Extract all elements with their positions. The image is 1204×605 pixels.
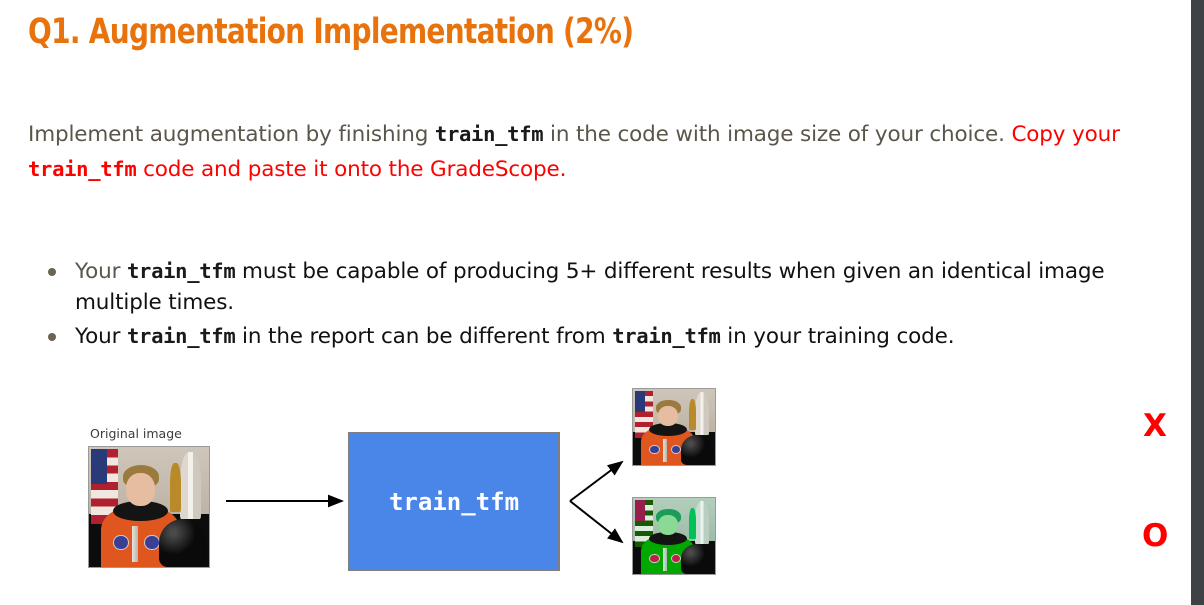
slide-canvas: Q1. Augmentation Implementation (2%) Imp… [0, 0, 1204, 605]
intro-text-part-1: Implement augmentation by finishing [28, 122, 435, 147]
bullet-dot-icon [48, 268, 56, 276]
intro-paragraph: Implement augmentation by finishing trai… [28, 117, 1158, 187]
bullet-1-lead: Your [75, 259, 127, 284]
code-train-tfm-3: train_tfm [126, 259, 236, 283]
page-title: Q1. Augmentation Implementation (2%) [28, 12, 634, 52]
bullet-2-tail: in your training code. [720, 324, 955, 349]
list-item: Your train_tfm in the report can be diff… [30, 321, 1170, 352]
result-thumbnail [632, 497, 716, 575]
intro-red-part-2: code and paste it onto the GradeScope. [136, 157, 567, 182]
augmentation-diagram: Original image train_tfm X O [0, 370, 1204, 605]
code-train-tfm-2: train_tfm [28, 157, 137, 181]
arrow-tfm-to-bottom-row [569, 500, 624, 544]
intro-red-part-1: Copy your [1011, 122, 1120, 147]
bullet-2-lead: Your [75, 324, 127, 349]
code-train-tfm-4: train_tfm [126, 324, 236, 348]
arrow-connectors [226, 460, 624, 544]
result-thumbnail [632, 388, 716, 466]
bullet-list: Your train_tfm must be capable of produc… [30, 256, 1170, 355]
arrow-tfm-to-top-row [569, 460, 624, 502]
bullet-2-mid: in the report can be different from [235, 324, 613, 349]
good-example-mark: O [1142, 518, 1169, 554]
code-train-tfm-5: train_tfm [612, 324, 721, 348]
code-train-tfm-1: train_tfm [434, 122, 544, 146]
bad-example-mark: X [1143, 408, 1167, 444]
list-item: Your train_tfm must be capable of produc… [30, 256, 1170, 318]
bullet-dot-icon [48, 333, 56, 341]
intro-text-part-2: in the code with image size of your choi… [543, 122, 1012, 147]
